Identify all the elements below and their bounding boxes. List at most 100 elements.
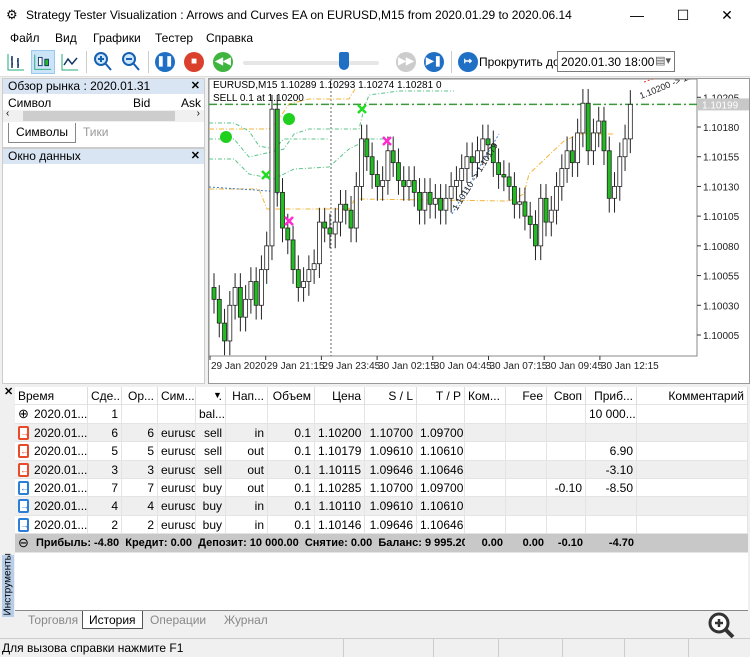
menu-tester[interactable]: Тестер [155,31,193,45]
cell-time: 2020.01.... [31,460,88,479]
calendar-dropdown-icon[interactable]: ▤▾ [655,54,671,67]
scroll-date-picker[interactable]: 2020.01.30 18:00 ▤▾ [557,51,675,72]
minimize-button[interactable]: — [614,0,660,30]
column-profit[interactable]: Приб... [586,387,637,405]
table-row[interactable]: ⊕ 2020.01.... 1 bal... 10 000... [15,405,748,424]
close-icon[interactable]: ✕ [191,79,200,94]
candle-body [396,162,401,181]
cell-deal: 7 [88,479,122,497]
maximize-button[interactable]: ☐ [660,0,706,30]
toolbox-side: ✕ Инструменты [0,385,15,637]
zoom-in-magnifier-icon[interactable] [706,610,736,640]
menu-help[interactable]: Справка [206,31,253,45]
step-forward-button[interactable]: ▶❚ [424,52,444,72]
cell-profit: 6.90 [586,442,637,461]
market-watch-header: Обзор рынка : 2020.01.31 ✕ [3,79,204,94]
candle-body [569,150,575,164]
candle-body [338,203,343,223]
collapse-icon[interactable]: ⊖ [18,535,29,551]
cell-price: 1.10115 [315,460,365,479]
cell-time: 2020.01.... [31,479,88,497]
column-symbol[interactable]: Сим... [158,387,196,405]
column-bid[interactable]: Bid [133,96,150,110]
column-deal[interactable]: Сде... [88,387,122,405]
tab-symbols[interactable]: Символы [8,123,76,143]
table-row[interactable]: ← 2020.01.... 7 7 eurusd buy out 0.1 1.10285 1.10… [15,479,748,498]
tab-journal[interactable]: Журнал [218,611,274,629]
cell-deal: 6 [88,423,122,442]
tab-ticks[interactable]: Тики [83,123,108,143]
cell-profit: -3.10 [586,460,637,479]
cell-volume: 0.1 [268,442,315,461]
pause-button[interactable]: ❚❚ [155,52,175,72]
time-tick-label: 29 Jan 21:15 [267,361,325,372]
table-row[interactable]: ← 2020.01.... 5 5 eurusd sell out 0.1 1.10179 1.0… [15,442,748,461]
candle-body [374,174,380,187]
line-chart-icon[interactable] [58,50,82,74]
cell-fee [506,497,547,516]
scroll-to-icon[interactable]: ↦ [458,52,478,72]
table-row[interactable]: → 2020.01.... 6 6 eurusd sell in 0.1 1.10200 1.10… [15,423,748,443]
candle-body [417,191,422,211]
zoom-in-icon[interactable] [91,50,115,74]
column-sl[interactable]: S / L [365,387,417,405]
candle-body [575,132,581,164]
time-tick-label: 29 Jan 23:45 [322,361,380,372]
rewind-button[interactable]: ◀◀ [213,52,233,72]
table-row[interactable]: → 2020.01.... 2 2 eurusd buy in 0.1 1.10146 1.096… [15,515,748,535]
cell-direction: in [226,515,268,534]
price-chart[interactable]: 1.102051.101801.101551.101301.101051.100… [208,78,750,384]
cell-tp: 1.09700 [417,479,465,497]
fast-forward-button[interactable]: ▶▶ [396,52,416,72]
scroll-right-icon[interactable]: › [197,108,200,119]
candle-body [227,304,233,342]
close-icon[interactable]: ✕ [191,149,200,164]
column-time[interactable]: Время [15,387,88,405]
column-volume[interactable]: Объем [268,387,315,405]
column-commission[interactable]: Ком... [465,387,506,405]
menu-file[interactable]: Файл [10,31,40,45]
bar-chart-icon[interactable] [4,50,28,74]
candle-body [438,197,444,211]
cell-direction: out [226,442,268,461]
table-header: Время Сде... Ор... Сим.... Нап... Объем Цена S … [15,387,748,406]
toolbox-side-tab[interactable]: Инструменты [2,553,14,617]
cell-direction: out [226,479,268,497]
candlestick-icon[interactable] [31,50,55,74]
column-tp[interactable]: T / P [417,387,465,405]
column-price[interactable]: Цена [315,387,365,405]
toolbox-close-icon[interactable]: ✕ [4,385,13,398]
column-swap[interactable]: Своп [547,387,586,405]
candle-body [617,156,623,187]
table-row[interactable]: → 2020.01.... 4 4 eurusd buy in 0.1 1.10110 1.096… [15,497,748,516]
chart-canvas[interactable]: 1.102051.101801.101551.101301.101051.100… [209,79,749,383]
cell-price: 1.10179 [315,442,365,461]
column-fee[interactable]: Fee [506,387,547,405]
menu-view[interactable]: Вид [55,31,77,45]
table-row[interactable]: ← 2020.01.... 3 3 eurusd sell out 0.1 1.10115 1.0… [15,460,748,479]
column-order[interactable]: Ор... [122,387,158,405]
speed-slider[interactable] [243,61,379,65]
horizontal-scrollbar[interactable]: ‹ › [3,108,204,122]
column-symbol[interactable]: Символ [8,96,51,110]
tab-trade[interactable]: Торговля [22,611,84,629]
candle-body [464,156,470,170]
column-comment[interactable]: Комментарий [637,387,748,405]
cell-tp: 1.10646 [417,515,465,534]
speed-slider-thumb[interactable] [339,52,349,70]
candle-body [274,108,280,193]
menu-charts[interactable]: Графики [93,31,141,45]
tab-operations[interactable]: Операции [144,611,212,629]
candle-body [554,186,559,211]
cell-tp: 1.10610 [417,442,465,461]
scroll-left-icon[interactable]: ‹ [6,108,9,119]
stop-button[interactable]: ■ [184,52,204,72]
scrollbar-thumb[interactable] [23,111,175,121]
zoom-out-icon[interactable] [119,50,143,74]
close-button[interactable]: ✕ [704,0,750,30]
column-direction[interactable]: Нап... [226,387,268,405]
cell-sl [365,405,417,424]
tab-history[interactable]: История [82,611,143,629]
scroll-to-label[interactable]: Прокрутить до [479,55,560,69]
order-line-label: SELL 0.1 at 1.10200 [213,93,304,104]
